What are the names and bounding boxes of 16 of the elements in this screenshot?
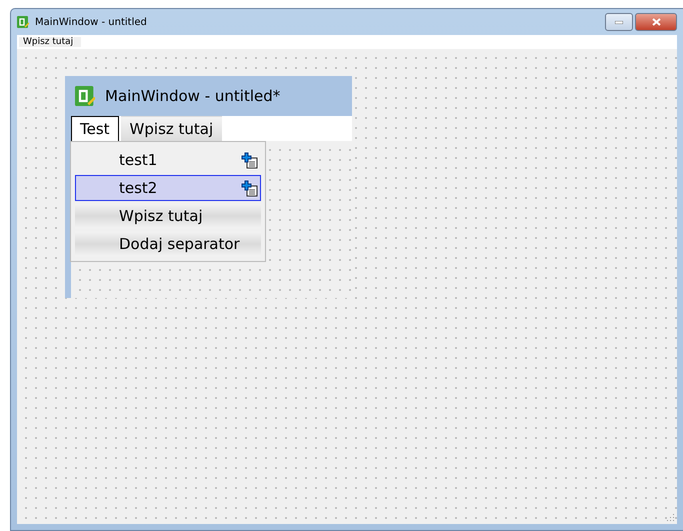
menu-title[interactable]: Wpisz tutaj <box>120 116 222 141</box>
close-icon <box>652 18 660 26</box>
add-action-icon <box>241 152 258 168</box>
minimize-button[interactable] <box>605 13 633 31</box>
menu-item[interactable]: test2 <box>75 175 261 201</box>
window-title: MainWindow - untitled <box>35 16 148 28</box>
add-action-icon <box>241 180 258 196</box>
minimize-icon <box>615 20 623 24</box>
form-title: MainWindow - untitled* <box>105 87 280 105</box>
resize-grip-icon[interactable] <box>665 512 675 522</box>
menu-title[interactable]: Test <box>71 116 119 141</box>
menu-placeholder[interactable]: Wpisz tutaj <box>19 37 82 47</box>
qt-logo-icon <box>75 86 95 106</box>
close-button[interactable] <box>635 13 677 31</box>
menu-item[interactable]: test1 <box>75 147 261 173</box>
qt-logo-icon <box>17 16 29 28</box>
